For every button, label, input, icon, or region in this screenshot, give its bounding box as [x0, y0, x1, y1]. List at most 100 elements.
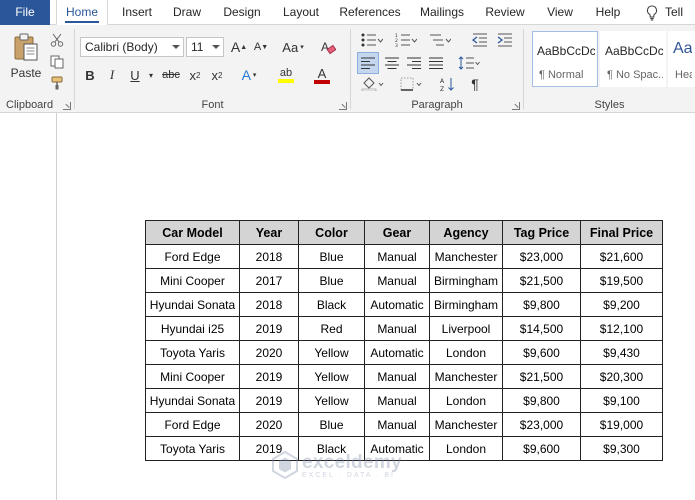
table-cell[interactable]: Toyota Yaris [145, 436, 240, 461]
table-header-cell[interactable]: Car Model [145, 220, 240, 245]
bullets-icon[interactable] [357, 29, 387, 51]
underline-button[interactable]: U [124, 65, 146, 85]
table-cell[interactable]: Manual [364, 388, 430, 413]
tab-review[interactable]: Review [480, 0, 530, 25]
text-effects-button[interactable]: A ▾ [237, 65, 261, 85]
table-cell[interactable]: Manual [364, 412, 430, 437]
tab-view[interactable]: View [540, 0, 580, 25]
tab-help[interactable]: Help [588, 0, 628, 25]
table-cell[interactable]: 2020 [239, 340, 299, 365]
table-cell[interactable]: Hyundai Sonata [145, 388, 240, 413]
superscript-button[interactable]: x2 [207, 65, 227, 85]
table-cell[interactable]: 2018 [239, 292, 299, 317]
table-cell[interactable]: 2020 [239, 412, 299, 437]
table-cell[interactable]: Birmingham [429, 268, 503, 293]
table-cell[interactable]: Toyota Yaris [145, 340, 240, 365]
table-cell[interactable]: $20,300 [580, 364, 663, 389]
font-size-dropdown[interactable]: 11 [186, 37, 224, 57]
table-cell[interactable]: $9,100 [580, 388, 663, 413]
style-normal[interactable]: AaBbCcDc ¶ Normal [532, 31, 598, 87]
table-cell[interactable]: $23,000 [502, 412, 581, 437]
clipboard-launcher-icon[interactable] [63, 102, 71, 110]
table-cell[interactable]: Automatic [364, 340, 430, 365]
document-canvas[interactable]: Car Model Year Color Gear Agency Tag Price Fin… [0, 113, 695, 500]
table-cell[interactable]: Birmingham [429, 292, 503, 317]
subscript-button[interactable]: x2 [185, 65, 205, 85]
table-cell[interactable]: 2019 [239, 364, 299, 389]
sort-icon[interactable]: AZ [437, 74, 459, 94]
shading-icon[interactable] [357, 74, 389, 94]
table-cell[interactable]: Automatic [364, 292, 430, 317]
italic-button[interactable]: I [102, 65, 122, 85]
grow-font-button[interactable]: A ▲ [229, 37, 249, 57]
tab-draw[interactable]: Draw [166, 0, 208, 25]
align-right-icon[interactable] [403, 52, 425, 74]
bold-button[interactable]: B [80, 65, 100, 85]
multilevel-list-icon[interactable] [425, 29, 455, 51]
show-formatting-marks-button[interactable]: ¶ [464, 74, 486, 94]
font-name-dropdown[interactable]: Calibri (Body) [80, 37, 184, 57]
table-cell[interactable]: Mini Cooper [145, 268, 240, 293]
font-color-button[interactable]: A [307, 65, 337, 85]
cars-table[interactable]: Car Model Year Color Gear Agency Tag Price Fin… [145, 220, 663, 461]
table-cell[interactable]: $9,600 [502, 436, 581, 461]
shrink-font-button[interactable]: A ▼ [251, 37, 271, 57]
table-cell[interactable]: Mini Cooper [145, 364, 240, 389]
font-launcher-icon[interactable] [339, 102, 347, 110]
table-cell[interactable]: London [429, 436, 503, 461]
tab-design[interactable]: Design [216, 0, 268, 25]
table-cell[interactable]: $21,500 [502, 364, 581, 389]
table-header-cell[interactable]: Final Price [580, 220, 663, 245]
table-cell[interactable]: Blue [298, 412, 365, 437]
justify-icon[interactable] [425, 52, 447, 74]
table-cell[interactable]: $19,000 [580, 412, 663, 437]
align-center-icon[interactable] [381, 52, 403, 74]
table-cell[interactable]: 2018 [239, 244, 299, 269]
table-cell[interactable]: $9,800 [502, 292, 581, 317]
tab-references[interactable]: References [336, 0, 404, 25]
table-cell[interactable]: $23,000 [502, 244, 581, 269]
style-heading-1[interactable]: AaB Hea [668, 31, 695, 87]
table-header-cell[interactable]: Tag Price [502, 220, 581, 245]
align-left-icon[interactable] [357, 52, 379, 74]
change-case-button[interactable]: Aa ▾ [278, 37, 308, 57]
underline-dropdown-chevron-icon[interactable]: ▾ [146, 65, 156, 85]
table-cell[interactable]: $21,500 [502, 268, 581, 293]
tab-home[interactable]: Home [56, 0, 108, 26]
increase-indent-icon[interactable] [494, 29, 516, 51]
table-cell[interactable]: Manchester [429, 412, 503, 437]
table-cell[interactable]: Manual [364, 316, 430, 341]
clear-formatting-icon[interactable]: A [318, 37, 338, 57]
table-cell[interactable]: $19,500 [580, 268, 663, 293]
table-cell[interactable]: Hyundai i25 [145, 316, 240, 341]
table-cell[interactable]: $9,200 [580, 292, 663, 317]
table-cell[interactable]: Manual [364, 364, 430, 389]
strikethrough-button[interactable]: abc [159, 65, 183, 85]
table-cell[interactable]: London [429, 388, 503, 413]
table-cell[interactable]: Red [298, 316, 365, 341]
table-cell[interactable]: $12,100 [580, 316, 663, 341]
borders-icon[interactable] [396, 74, 428, 94]
table-cell[interactable]: Black [298, 292, 365, 317]
table-cell[interactable]: Blue [298, 244, 365, 269]
paste-button[interactable]: Paste [6, 30, 46, 82]
table-cell[interactable]: $21,600 [580, 244, 663, 269]
table-cell[interactable]: $9,600 [502, 340, 581, 365]
highlight-color-button[interactable]: ab [271, 65, 301, 85]
table-cell[interactable]: $9,800 [502, 388, 581, 413]
table-cell[interactable]: 2019 [239, 316, 299, 341]
table-cell[interactable]: $14,500 [502, 316, 581, 341]
table-header-cell[interactable]: Color [298, 220, 365, 245]
format-painter-icon[interactable] [48, 74, 66, 92]
decrease-indent-icon[interactable] [469, 29, 491, 51]
cut-icon[interactable] [48, 31, 66, 49]
table-header-cell[interactable]: Agency [429, 220, 503, 245]
table-cell[interactable]: Manual [364, 268, 430, 293]
table-cell[interactable]: Liverpool [429, 316, 503, 341]
table-cell[interactable]: Manchester [429, 364, 503, 389]
table-cell[interactable]: Yellow [298, 388, 365, 413]
style-no-spacing[interactable]: AaBbCcDc ¶ No Spac... [600, 31, 666, 87]
table-cell[interactable]: $9,300 [580, 436, 663, 461]
table-cell[interactable]: Ford Edge [145, 244, 240, 269]
numbering-icon[interactable]: 123 [391, 29, 421, 51]
